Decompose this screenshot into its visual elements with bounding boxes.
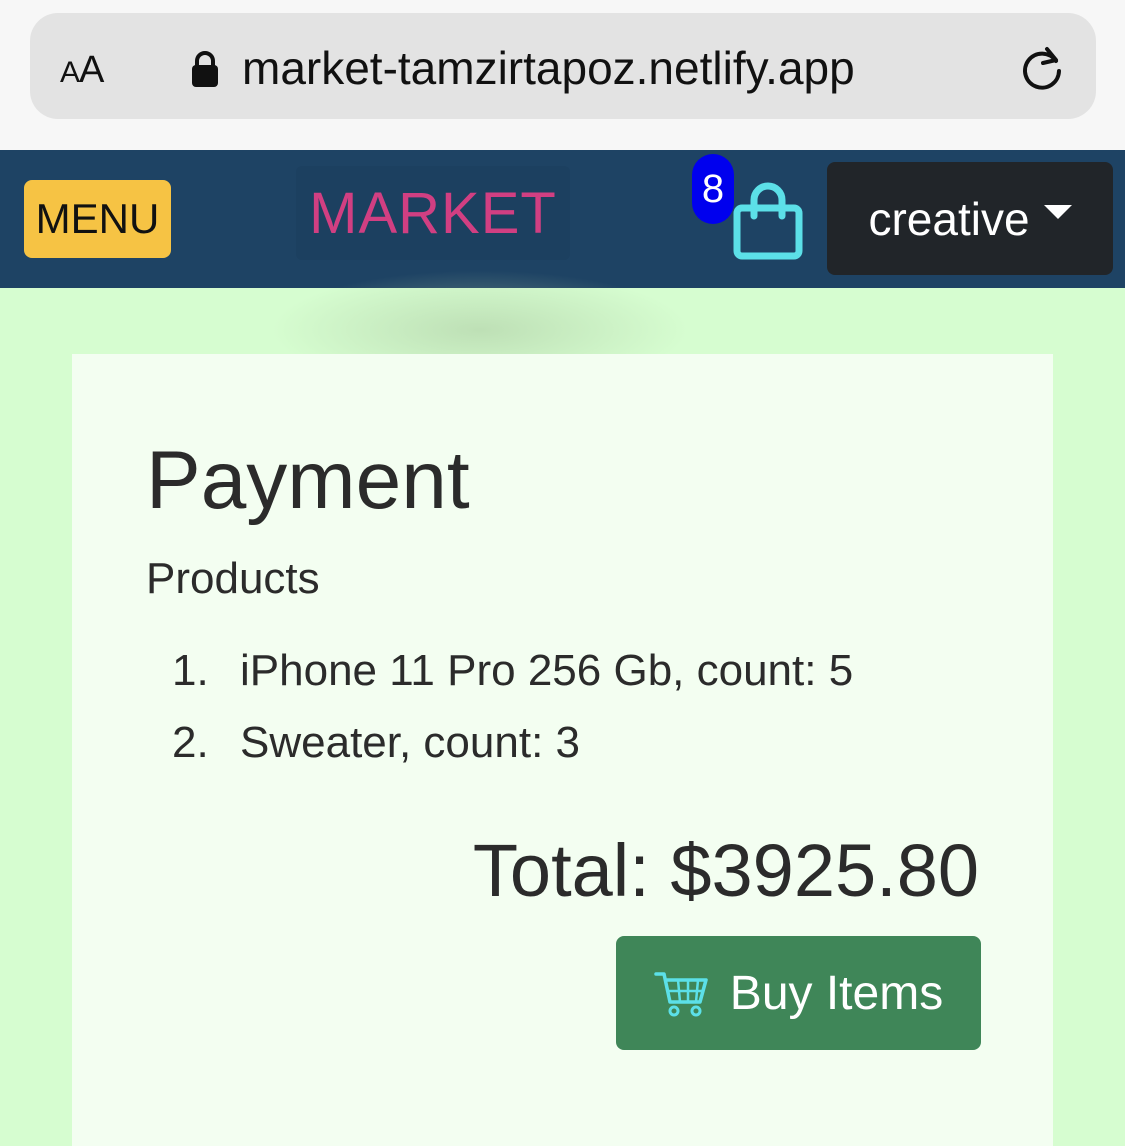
page-title: Payment [146, 435, 470, 526]
brand-logo[interactable]: MARKET [296, 166, 570, 260]
user-dropdown-label: creative [868, 192, 1030, 245]
payment-card: Payment Products 1. iPhone 11 Pro 256 Gb… [72, 354, 1053, 1146]
menu-button[interactable]: MENU [24, 180, 171, 258]
cart-button[interactable]: 8 [692, 154, 812, 264]
buy-items-label: Buy Items [729, 966, 944, 1020]
user-dropdown[interactable]: creative [827, 162, 1113, 275]
caret-down-icon [1043, 204, 1072, 219]
order-total: Total: $3925.80 [472, 829, 979, 912]
url-field[interactable]: AA market-tamzirtapoz.netlify.app [30, 13, 1096, 119]
list-item: 1. iPhone 11 Pro 256 Gb, count: 5 [172, 646, 854, 695]
shopping-bag-icon [733, 182, 803, 260]
list-item: 2. Sweater, count: 3 [172, 718, 580, 767]
buy-items-button[interactable]: Buy Items [616, 936, 981, 1050]
products-heading: Products [146, 554, 320, 603]
navbar: MENU MARKET 8 creative [0, 150, 1125, 288]
reload-icon[interactable] [1018, 43, 1066, 91]
cart-count-badge: 8 [692, 154, 734, 224]
browser-address-bar: AA market-tamzirtapoz.netlify.app [0, 0, 1125, 150]
product-list: 1. iPhone 11 Pro 256 Gb, count: 5 2. Swe… [172, 646, 853, 790]
shopping-cart-icon [654, 972, 708, 1017]
lock-icon [192, 51, 218, 87]
url-text: market-tamzirtapoz.netlify.app [242, 42, 855, 94]
text-size-button[interactable]: AA [60, 49, 104, 92]
